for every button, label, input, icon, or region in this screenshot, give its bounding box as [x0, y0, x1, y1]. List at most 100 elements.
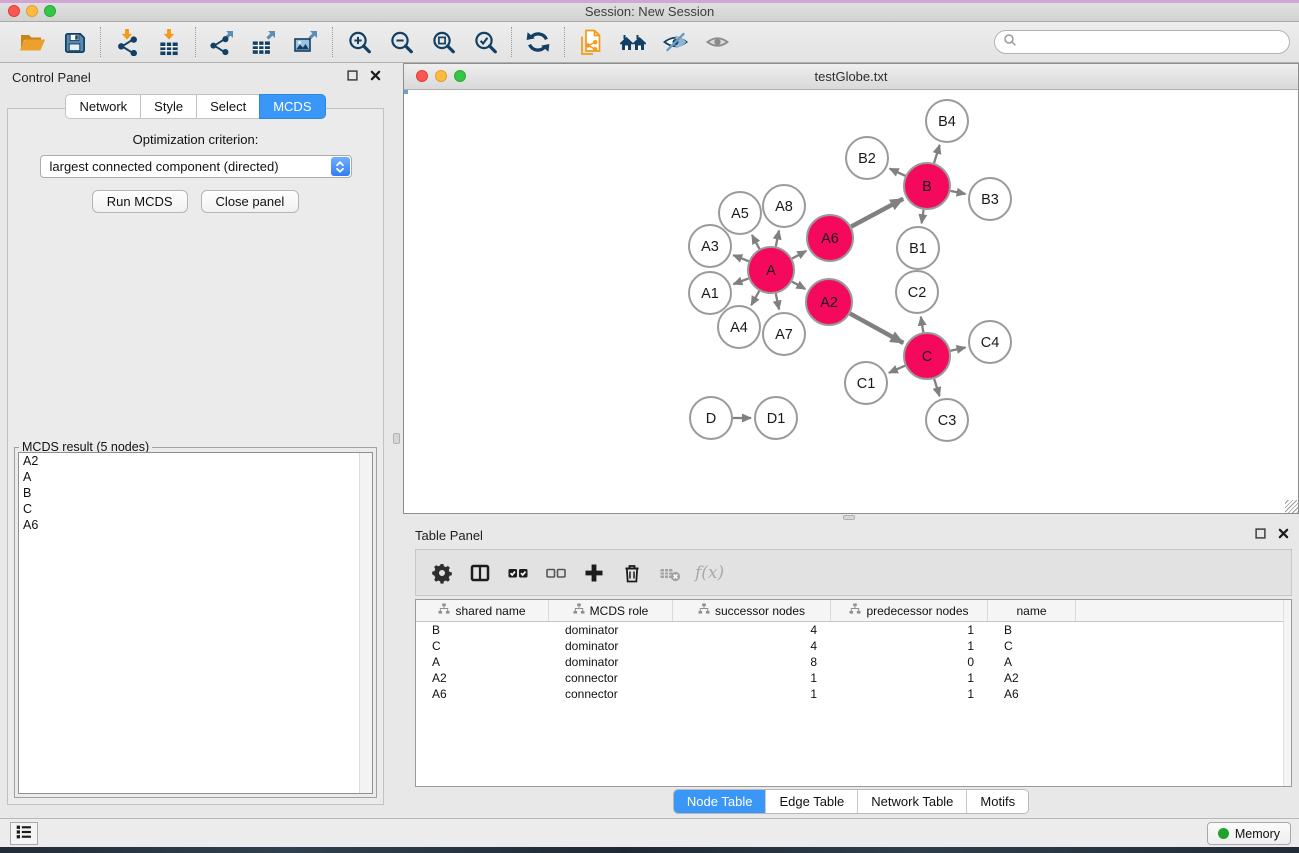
export-network-icon[interactable] [205, 25, 239, 59]
select-all-icon[interactable] [502, 557, 533, 588]
node-B1[interactable]: B1 [897, 227, 939, 269]
node-C2[interactable]: C2 [896, 271, 938, 313]
node-A8[interactable]: A8 [763, 185, 805, 227]
search-box[interactable] [994, 30, 1290, 54]
zoom-out-icon[interactable] [384, 25, 418, 59]
mcds-result-item[interactable]: A [19, 469, 372, 485]
tab-node-table[interactable]: Node Table [674, 790, 767, 813]
edge-A6-B[interactable] [851, 199, 903, 227]
network-canvas[interactable]: B4B2BB3A5A8A6B1A3AA1C2A2A4A7C4CC1C3DD1 [404, 90, 1298, 513]
clear-selection-icon[interactable] [540, 557, 571, 588]
edge-A-A8[interactable] [776, 230, 779, 246]
table-cell[interactable]: C [416, 639, 549, 653]
table-cell[interactable]: dominator [549, 655, 673, 669]
refresh-icon[interactable] [521, 25, 555, 59]
column-header-shared-name[interactable]: shared name [416, 600, 549, 621]
zoom-in-icon[interactable] [342, 25, 376, 59]
edge-A-A5[interactable] [752, 235, 760, 249]
table-cell[interactable]: connector [549, 687, 673, 701]
node-D[interactable]: D [690, 397, 732, 439]
float-panel-icon[interactable] [1255, 528, 1266, 539]
edge-C-C1[interactable] [889, 366, 905, 373]
tab-select[interactable]: Select [196, 94, 259, 119]
node-D1[interactable]: D1 [755, 397, 797, 439]
node-C4[interactable]: C4 [969, 321, 1011, 363]
node-C[interactable]: C [904, 333, 950, 379]
edge-B-B1[interactable] [922, 210, 924, 224]
column-header-name[interactable]: name [988, 600, 1076, 621]
mcds-list-scrollbar[interactable] [359, 453, 372, 793]
table-cell[interactable]: 0 [831, 655, 988, 669]
node-B3[interactable]: B3 [969, 178, 1011, 220]
node-C1[interactable]: C1 [845, 362, 887, 404]
edge-A-A1[interactable] [733, 278, 748, 284]
edge-B-B3[interactable] [951, 191, 966, 194]
edge-A-A6[interactable] [792, 251, 806, 259]
node-A1[interactable]: A1 [689, 272, 731, 314]
mcds-result-item[interactable]: C [19, 501, 372, 517]
table-cell[interactable]: dominator [549, 623, 673, 637]
network-window-titlebar[interactable]: testGlobe.txt [404, 64, 1298, 90]
node-A6[interactable]: A6 [807, 215, 853, 261]
tab-edge-table[interactable]: Edge Table [766, 790, 858, 813]
table-cell[interactable]: 1 [673, 671, 831, 685]
table-cell[interactable]: A2 [416, 671, 549, 685]
column-header-successor-nodes[interactable]: successor nodes [673, 600, 831, 621]
delete-row-icon[interactable] [616, 557, 647, 588]
column-header-MCDS-role[interactable]: MCDS role [549, 600, 673, 621]
edge-A2-C[interactable] [850, 314, 903, 343]
export-image-icon[interactable] [289, 25, 323, 59]
table-row[interactable]: Cdominator41C [416, 638, 1291, 654]
add-row-icon[interactable] [578, 557, 609, 588]
home-houses-icon[interactable] [616, 25, 650, 59]
table-row[interactable]: Bdominator41B [416, 622, 1291, 638]
table-cell[interactable]: 1 [831, 671, 988, 685]
node-A2[interactable]: A2 [806, 279, 852, 325]
table-cell[interactable]: A [988, 655, 1076, 669]
table-row[interactable]: Adominator80A [416, 654, 1291, 670]
table-cell[interactable]: 1 [673, 687, 831, 701]
close-panel-button[interactable]: Close panel [201, 190, 300, 213]
mcds-result-item[interactable]: A6 [19, 517, 372, 533]
zoom-selected-icon[interactable] [468, 25, 502, 59]
tab-style[interactable]: Style [140, 94, 196, 119]
eye-icon[interactable] [700, 25, 734, 59]
table-cell[interactable]: 4 [673, 639, 831, 653]
criterion-dropdown[interactable]: largest connected component (directed) [40, 155, 352, 178]
edge-C-C2[interactable] [921, 317, 923, 333]
tab-mcds[interactable]: MCDS [259, 94, 325, 119]
node-B2[interactable]: B2 [846, 137, 888, 179]
edge-B-B2[interactable] [890, 169, 906, 176]
table-cell[interactable]: A [416, 655, 549, 669]
edge-B-B4[interactable] [934, 145, 940, 163]
table-row[interactable]: A6connector11A6 [416, 686, 1291, 702]
table-scrollbar[interactable] [1283, 600, 1291, 786]
edge-A-A7[interactable] [776, 294, 779, 310]
horizontal-split-divider[interactable] [403, 514, 1299, 521]
table-cell[interactable]: 8 [673, 655, 831, 669]
node-A[interactable]: A [748, 247, 794, 293]
node-B4[interactable]: B4 [926, 100, 968, 142]
save-session-icon[interactable] [57, 25, 91, 59]
node-A4[interactable]: A4 [718, 306, 760, 348]
edge-C-C3[interactable] [934, 379, 939, 396]
table-cell[interactable]: dominator [549, 639, 673, 653]
open-session-icon[interactable] [15, 25, 49, 59]
edge-C-C4[interactable] [950, 347, 965, 350]
table-cell[interactable]: A6 [416, 687, 549, 701]
memory-button[interactable]: Memory [1207, 822, 1291, 845]
export-table-icon[interactable] [247, 25, 281, 59]
table-cell[interactable]: A6 [988, 687, 1076, 701]
edge-A-A3[interactable] [733, 255, 748, 261]
node-A7[interactable]: A7 [763, 313, 805, 355]
eye-slash-icon[interactable] [658, 25, 692, 59]
task-history-button[interactable] [10, 822, 38, 845]
tab-network-table[interactable]: Network Table [858, 790, 967, 813]
network-from-file-icon[interactable] [574, 25, 608, 59]
search-input[interactable] [1022, 33, 1289, 51]
node-A3[interactable]: A3 [689, 225, 731, 267]
mcds-result-item[interactable]: B [19, 485, 372, 501]
import-table-icon[interactable] [152, 25, 186, 59]
run-mcds-button[interactable]: Run MCDS [92, 190, 188, 213]
tab-network[interactable]: Network [65, 94, 140, 119]
